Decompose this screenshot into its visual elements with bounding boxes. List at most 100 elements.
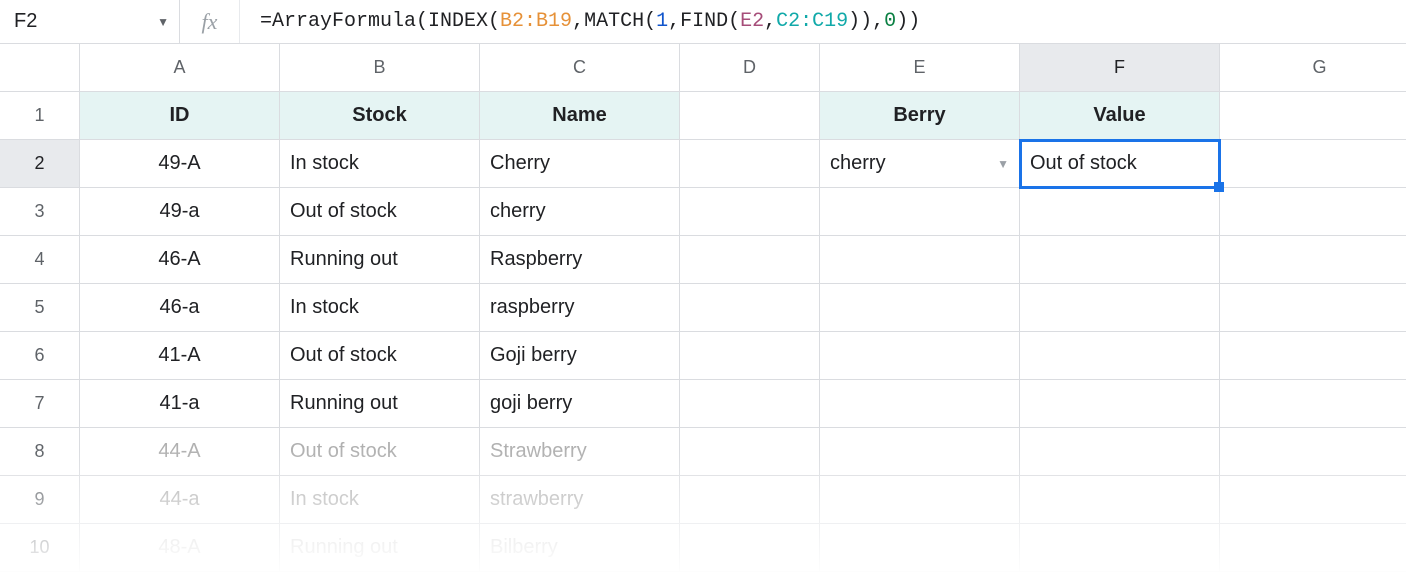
cell-C1[interactable]: Name (480, 92, 680, 140)
cell-B6[interactable]: Out of stock (280, 332, 480, 380)
column-header-E[interactable]: E (820, 44, 1020, 92)
row-header-6[interactable]: 6 (0, 332, 80, 380)
row-header-4[interactable]: 4 (0, 236, 80, 284)
cell-F7[interactable] (1020, 380, 1220, 428)
cell-G5[interactable] (1220, 284, 1406, 332)
row-header-8[interactable]: 8 (0, 428, 80, 476)
name-box-dropdown-icon[interactable]: ▼ (157, 15, 169, 29)
formula-token: 1 (656, 10, 668, 33)
cell-value: cherry (830, 152, 886, 175)
cell-D5[interactable] (680, 284, 820, 332)
formula-input[interactable]: =ArrayFormula(INDEX(B2:B19,MATCH(1,FIND(… (240, 0, 1406, 43)
row-header-10[interactable]: 10 (0, 524, 80, 572)
cell-C3[interactable]: cherry (480, 188, 680, 236)
cell-B3[interactable]: Out of stock (280, 188, 480, 236)
column-header-C[interactable]: C (480, 44, 680, 92)
cell-B7[interactable]: Running out (280, 380, 480, 428)
row-header-9[interactable]: 9 (0, 476, 80, 524)
cell-F1[interactable]: Value (1020, 92, 1220, 140)
cell-E3[interactable] (820, 188, 1020, 236)
cell-A6[interactable]: 41-A (80, 332, 280, 380)
cell-C9[interactable]: strawberry (480, 476, 680, 524)
select-all-corner[interactable] (0, 44, 80, 92)
cell-G10[interactable] (1220, 524, 1406, 572)
cell-B5[interactable]: In stock (280, 284, 480, 332)
cell-D1[interactable] (680, 92, 820, 140)
cell-A10[interactable]: 48-A (80, 524, 280, 572)
cell-C4[interactable]: Raspberry (480, 236, 680, 284)
row-header-2[interactable]: 2 (0, 140, 80, 188)
column-header-G[interactable]: G (1220, 44, 1406, 92)
cell-F9[interactable] (1020, 476, 1220, 524)
cell-F6[interactable] (1020, 332, 1220, 380)
cell-C2[interactable]: Cherry (480, 140, 680, 188)
cell-E6[interactable] (820, 332, 1020, 380)
cell-F2[interactable]: Out of stock (1020, 140, 1220, 188)
cell-F4[interactable] (1020, 236, 1220, 284)
spreadsheet-grid[interactable]: ABCDEFG1IDStockNameBerryValue249-AIn sto… (0, 44, 1406, 572)
row-header-5[interactable]: 5 (0, 284, 80, 332)
cell-C10[interactable]: Bilberry (480, 524, 680, 572)
cell-D3[interactable] (680, 188, 820, 236)
formula-token: ,FIND( (668, 10, 740, 33)
cell-A2[interactable]: 49-A (80, 140, 280, 188)
cell-D4[interactable] (680, 236, 820, 284)
cell-A8[interactable]: 44-A (80, 428, 280, 476)
cell-A7[interactable]: 41-a (80, 380, 280, 428)
cell-E10[interactable] (820, 524, 1020, 572)
cell-D2[interactable] (680, 140, 820, 188)
cell-D7[interactable] (680, 380, 820, 428)
name-box[interactable]: F2 ▼ (0, 0, 180, 43)
cell-A9[interactable]: 44-a (80, 476, 280, 524)
name-box-value: F2 (14, 10, 37, 33)
cell-E5[interactable] (820, 284, 1020, 332)
cell-G6[interactable] (1220, 332, 1406, 380)
cell-A3[interactable]: 49-a (80, 188, 280, 236)
cell-E1[interactable]: Berry (820, 92, 1020, 140)
row-header-1[interactable]: 1 (0, 92, 80, 140)
cell-D10[interactable] (680, 524, 820, 572)
cell-G4[interactable] (1220, 236, 1406, 284)
cell-B10[interactable]: Running out (280, 524, 480, 572)
cell-C5[interactable]: raspberry (480, 284, 680, 332)
cell-C7[interactable]: goji berry (480, 380, 680, 428)
cell-E7[interactable] (820, 380, 1020, 428)
cell-G2[interactable] (1220, 140, 1406, 188)
cell-B4[interactable]: Running out (280, 236, 480, 284)
cell-G8[interactable] (1220, 428, 1406, 476)
formula-token: E2 (740, 10, 764, 33)
cell-G1[interactable] (1220, 92, 1406, 140)
selection-handle[interactable] (1214, 182, 1224, 192)
cell-D8[interactable] (680, 428, 820, 476)
cell-F3[interactable] (1020, 188, 1220, 236)
cell-A4[interactable]: 46-A (80, 236, 280, 284)
cell-B8[interactable]: Out of stock (280, 428, 480, 476)
row-header-3[interactable]: 3 (0, 188, 80, 236)
cell-B9[interactable]: In stock (280, 476, 480, 524)
cell-B1[interactable]: Stock (280, 92, 480, 140)
cell-D6[interactable] (680, 332, 820, 380)
cell-C6[interactable]: Goji berry (480, 332, 680, 380)
row-header-7[interactable]: 7 (0, 380, 80, 428)
cell-G7[interactable] (1220, 380, 1406, 428)
cell-F5[interactable] (1020, 284, 1220, 332)
cell-E9[interactable] (820, 476, 1020, 524)
dropdown-icon[interactable]: ▼ (997, 157, 1009, 171)
cell-B2[interactable]: In stock (280, 140, 480, 188)
formula-token: , (764, 10, 776, 33)
cell-E8[interactable] (820, 428, 1020, 476)
column-header-B[interactable]: B (280, 44, 480, 92)
column-header-F[interactable]: F (1020, 44, 1220, 92)
cell-E4[interactable] (820, 236, 1020, 284)
cell-F8[interactable] (1020, 428, 1220, 476)
cell-F10[interactable] (1020, 524, 1220, 572)
cell-E2[interactable]: cherry ▼ (820, 140, 1020, 188)
cell-A1[interactable]: ID (80, 92, 280, 140)
column-header-D[interactable]: D (680, 44, 820, 92)
cell-C8[interactable]: Strawberry (480, 428, 680, 476)
column-header-A[interactable]: A (80, 44, 280, 92)
cell-D9[interactable] (680, 476, 820, 524)
cell-G9[interactable] (1220, 476, 1406, 524)
cell-G3[interactable] (1220, 188, 1406, 236)
cell-A5[interactable]: 46-a (80, 284, 280, 332)
